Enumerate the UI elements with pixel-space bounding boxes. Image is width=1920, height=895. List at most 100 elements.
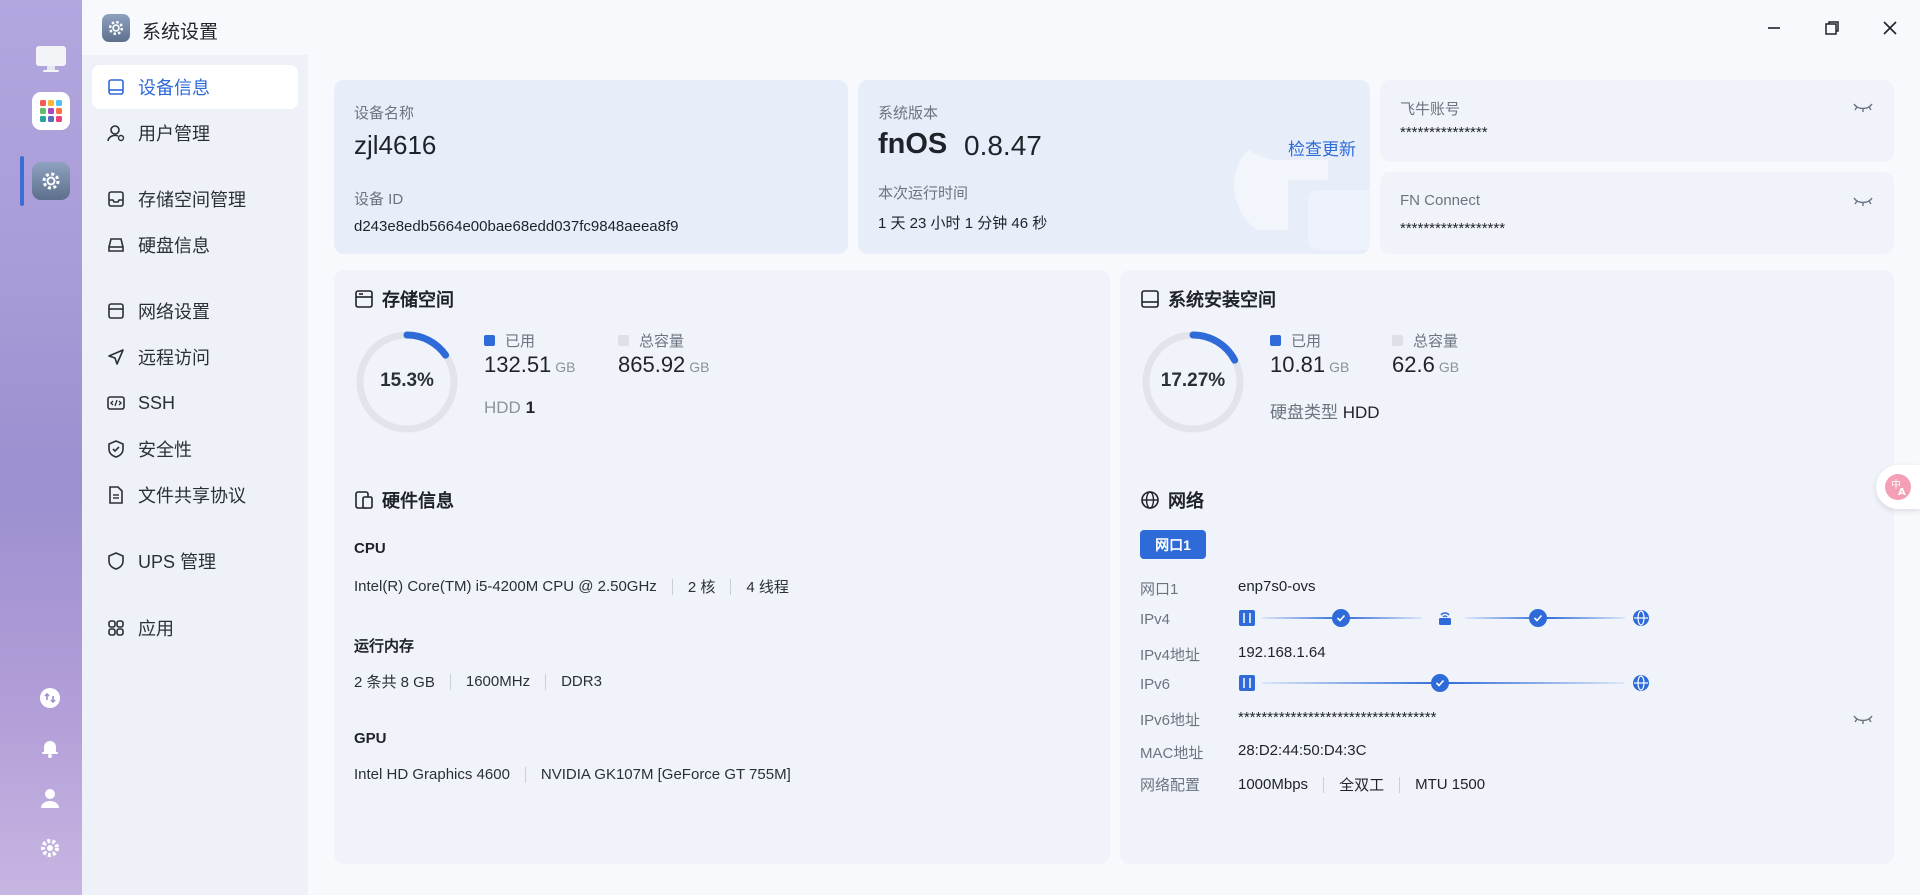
os-version: 0.8.47 — [964, 130, 1042, 161]
ipv6-address-key: IPv6地址 — [1140, 712, 1201, 729]
total-legend: 总容量 — [1392, 330, 1458, 351]
minimize-button[interactable] — [1762, 16, 1786, 40]
storage-disk-count: 1 — [525, 398, 536, 417]
system-version-label: 系统版本 — [878, 105, 939, 122]
cpu-row: Intel(R) Core(TM) i5-4200M CPU @ 2.50GHz… — [354, 576, 789, 597]
internet-globe-icon — [1633, 675, 1649, 691]
hardware-icon — [355, 491, 373, 509]
sidebar-item-label: SSH — [138, 392, 176, 413]
check-update-link[interactable]: 检查更新 — [1288, 135, 1356, 160]
eye-closed-icon[interactable] — [1852, 194, 1874, 208]
nas-device-icon — [1239, 610, 1255, 626]
eye-closed-icon[interactable] — [1852, 712, 1874, 726]
sync-icon[interactable] — [38, 686, 62, 710]
check-icon — [1431, 674, 1449, 692]
separator — [1323, 776, 1325, 793]
gear-icon[interactable] — [38, 836, 62, 860]
storage-used-value: 132.51 GB — [484, 352, 576, 378]
eye-closed-icon[interactable] — [1852, 100, 1874, 114]
notification-bell-icon[interactable] — [38, 736, 62, 760]
user-icon[interactable] — [38, 786, 62, 810]
os-name: fnOS — [878, 128, 948, 160]
sysinstall-total-value: 62.6 GB — [1392, 352, 1459, 378]
sysinstall-total-unit: GB — [1438, 359, 1460, 375]
sysinstall-used-value: 10.81 GB — [1270, 352, 1349, 378]
app-center-icon[interactable] — [32, 92, 70, 130]
storage-total-unit: GB — [689, 359, 710, 375]
apps-grid-icon — [108, 620, 124, 636]
ipv6-address-value: ********************************** — [1238, 709, 1437, 726]
sidebar-item-ups[interactable]: UPS 管理 — [92, 539, 298, 583]
check-icon — [1332, 609, 1350, 627]
sidebar-item-network[interactable]: 网络设置 — [92, 289, 298, 333]
network-card: 网络 网口1 网口1 enp7s0-ovs IPv4 IPv4地址 192.16… — [1120, 470, 1894, 864]
sysinstall-used-unit: GB — [1329, 359, 1350, 375]
link-speed: 1000Mbps — [1238, 776, 1309, 793]
sidebar-item-label: 网络设置 — [138, 302, 210, 322]
hard-disk-icon — [108, 238, 124, 252]
hardware-title: 硬件信息 — [354, 487, 454, 513]
sidebar-item-label: 设备信息 — [138, 78, 210, 98]
sidebar-item-ssh[interactable]: SSH — [92, 381, 298, 425]
separator — [1399, 776, 1401, 793]
sidebar-item-label: 用户管理 — [138, 124, 210, 144]
separator — [449, 673, 451, 690]
desktop-monitor-icon[interactable] — [32, 40, 70, 78]
sidebar-item-device-info[interactable]: 设备信息 — [92, 65, 298, 109]
internet-globe-icon — [1633, 610, 1649, 626]
used-legend-swatch — [484, 335, 495, 346]
cpu-cores: 2 核 — [687, 579, 716, 596]
sidebar-item-label: 安全性 — [138, 440, 192, 460]
device-name-label: 设备名称 — [354, 105, 415, 122]
sidebar-item-label: 远程访问 — [138, 348, 210, 368]
close-button[interactable] — [1878, 16, 1902, 40]
sysinstall-percent: 17.27% — [1160, 370, 1226, 391]
gpu-secondary: NVIDIA GK107M [GeForce GT 755M] — [540, 766, 791, 783]
used-legend-label: 已用 — [1291, 333, 1322, 350]
memory-size: 2 条共 8 GB — [354, 674, 435, 691]
separator — [524, 766, 526, 783]
network-config-key: 网络配置 — [1140, 777, 1201, 794]
disk-type-label: 硬盘类型 — [1270, 403, 1338, 422]
storage-used-number: 132.51 — [484, 352, 552, 377]
network-config-value: 1000Mbps 全双工 MTU 1500 — [1238, 774, 1485, 795]
maximize-button[interactable] — [1820, 16, 1844, 40]
window-title: 系统设置 — [142, 22, 219, 43]
total-legend-label: 总容量 — [639, 333, 685, 350]
storage-total-value: 865.92 GB — [618, 352, 710, 378]
translate-float-button[interactable]: 中A — [1876, 465, 1920, 509]
sidebar-item-label: 文件共享协议 — [138, 486, 246, 506]
sidebar-item-disk[interactable]: 硬盘信息 — [92, 223, 298, 267]
sidebar-item-remote[interactable]: 远程访问 — [92, 335, 298, 379]
cpu-threads: 4 线程 — [746, 579, 789, 596]
shield-icon — [108, 552, 124, 570]
sysinstall-title-text: 系统安装空间 — [1168, 290, 1276, 310]
title-bar: 系统设置 — [82, 0, 1920, 55]
total-legend: 总容量 — [618, 330, 684, 351]
fn-connect-card: FN Connect ****************** — [1380, 172, 1894, 254]
sidebar-item-users[interactable]: 用户管理 — [92, 111, 298, 155]
sidebar-item-apps[interactable]: 应用 — [92, 606, 298, 650]
storage-disk-type: HDD — [484, 398, 521, 417]
total-legend-swatch — [1392, 335, 1403, 346]
shield-check-icon — [108, 440, 124, 458]
sidebar-item-label: 硬盘信息 — [138, 236, 210, 256]
used-legend-swatch — [1270, 335, 1281, 346]
code-icon — [107, 396, 125, 410]
ipv4-key: IPv4 — [1140, 611, 1171, 628]
sidebar-item-storage[interactable]: 存储空间管理 — [92, 177, 298, 221]
sidebar-item-file-sharing[interactable]: 文件共享协议 — [92, 473, 298, 517]
sidebar-item-security[interactable]: 安全性 — [92, 427, 298, 471]
memory-frequency: 1600MHz — [465, 673, 531, 690]
main-content: 设备名称 zjl4616 设备 ID d243e8edb5664e00bae68… — [308, 55, 1920, 895]
tab-port-1[interactable]: 网口1 — [1140, 530, 1206, 559]
fn-connect-label: FN Connect — [1400, 192, 1481, 209]
hard-disk-icon — [1141, 290, 1159, 308]
total-legend-swatch — [618, 335, 629, 346]
fn-account-label: 飞牛账号 — [1400, 101, 1461, 118]
system-version-card: 系统版本 fnOS 0.8.47 检查更新 本次运行时间 1 天 23 小时 1… — [858, 80, 1370, 254]
nas-device-icon — [1239, 675, 1255, 691]
settings-app-icon[interactable] — [32, 162, 70, 200]
hardware-card: 硬件信息 CPU Intel(R) Core(TM) i5-4200M CPU … — [334, 470, 1110, 864]
mtu-value: MTU 1500 — [1415, 776, 1486, 793]
